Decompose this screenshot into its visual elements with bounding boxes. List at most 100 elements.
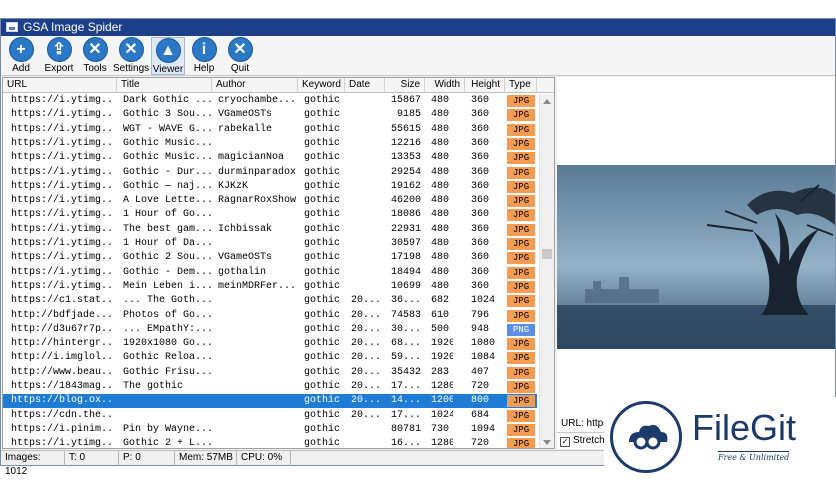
- cell-height: 800: [471, 395, 490, 407]
- table-row[interactable]: http://i.imglol... Gothic Reloa... gothic 2…: [3, 351, 537, 365]
- column-header-width[interactable]: Width: [425, 78, 465, 93]
- cell-date: 20...: [351, 323, 382, 335]
- table-row[interactable]: http://www.beau... Gothic Frisu... gothic 2…: [3, 366, 537, 380]
- cell-size: 15867: [390, 95, 421, 106]
- cell-url: https://i.ytimg...: [11, 95, 115, 106]
- cell-date: [351, 251, 383, 265]
- cell-title: ... The Goth...: [123, 295, 211, 307]
- cell-height: 360: [471, 95, 490, 106]
- table-row[interactable]: https://i.ytimg... 1 Hour of Go... gothic 1…: [3, 208, 537, 222]
- cell-author: [218, 351, 298, 365]
- cell-title: WGT - WAVE G...: [123, 123, 211, 135]
- type-badge: JPG: [507, 366, 535, 379]
- add-button[interactable]: + Add: [5, 37, 37, 75]
- settings-button[interactable]: ✕ Settings: [113, 37, 149, 75]
- table-row[interactable]: https://i.ytimg... Gothic 3 Sou... VGameOS…: [3, 108, 537, 122]
- table-row[interactable]: https://cdn.the... gothic 20... 17... 1024 68…: [3, 409, 537, 423]
- column-header-size[interactable]: Size: [385, 78, 425, 93]
- settings-icon: ✕: [118, 37, 144, 62]
- cell-keyword: gothic: [304, 395, 341, 407]
- tools-button[interactable]: ✕ Tools: [79, 37, 111, 75]
- table-row[interactable]: https://i.ytimg... Gothic - Dem... gothali…: [3, 266, 537, 280]
- table-row[interactable]: https://i.pinim... Pin by Wayne... gothic 8…: [3, 423, 537, 437]
- gothic-tree-image: [557, 165, 835, 349]
- cell-date: 20...: [351, 352, 382, 364]
- column-header-date[interactable]: Date: [345, 78, 385, 93]
- viewer-button[interactable]: ▲ Viewer: [151, 37, 185, 75]
- cell-size: 16...: [390, 438, 421, 449]
- cell-keyword: gothic: [304, 95, 341, 106]
- column-header-keyword[interactable]: Keyword: [298, 78, 345, 93]
- scroll-thumb[interactable]: [542, 249, 552, 259]
- table-row[interactable]: https://1843mag... The gothic gothic 20... 1…: [3, 380, 537, 394]
- type-badge: JPG: [507, 223, 535, 236]
- table-row[interactable]: https://i.ytimg... Gothic - Dur... durminp…: [3, 166, 537, 180]
- cell-date: [351, 180, 383, 194]
- cell-author: [218, 437, 298, 448]
- column-header-author[interactable]: Author: [212, 78, 298, 93]
- column-header-url[interactable]: URL: [3, 78, 117, 93]
- table-row[interactable]: https://i.ytimg... Gothic 2 Sou... VGameOS…: [3, 251, 537, 265]
- table-row[interactable]: https://i.ytimg... Mein Leben i... meinMDR…: [3, 280, 537, 294]
- table-row[interactable]: http://bdfjade... Photos of Go... gothic 20…: [3, 309, 537, 323]
- table-row[interactable]: https://i.ytimg... 1 Hour of Da... gothic 3…: [3, 237, 537, 251]
- cell-width: 480: [431, 195, 450, 207]
- stretch-label: Stretch: [573, 435, 605, 446]
- cell-keyword: gothic: [304, 352, 341, 364]
- table-row[interactable]: https://i.ytimg... WGT - WAVE G... rabekal…: [3, 123, 537, 137]
- help-icon: i: [191, 37, 217, 62]
- cell-title: Gothic 3 Sou...: [123, 109, 211, 121]
- table-row[interactable]: https://i.ytimg... Gothic Music... magicia…: [3, 151, 537, 165]
- column-header-title[interactable]: Title: [117, 78, 212, 93]
- cell-url: https://i.ytimg...: [11, 109, 115, 121]
- cell-title: Mein Leben i...: [123, 280, 211, 292]
- table-row[interactable]: http://d3u67r7p... ... EMpathY:... gothic 2…: [3, 323, 537, 337]
- cell-date: [351, 280, 383, 294]
- scroll-down-icon[interactable]: [543, 440, 551, 445]
- cell-title: The best gam...: [123, 223, 211, 235]
- cell-date: [351, 166, 383, 180]
- export-button-label: Export: [44, 63, 74, 74]
- table-row[interactable]: https://i.ytimg... A Love Lette... RagnarR…: [3, 194, 537, 208]
- cell-height: 720: [471, 381, 490, 392]
- cell-title: [123, 394, 211, 408]
- stretch-checkbox[interactable]: ✓: [560, 437, 570, 447]
- quit-button[interactable]: ✕ Quit: [225, 37, 255, 75]
- type-badge: JPG: [507, 209, 535, 222]
- cell-height: 360: [471, 166, 490, 178]
- export-icon: ⇪: [46, 37, 72, 62]
- cell-height: 360: [471, 137, 490, 149]
- table-row[interactable]: https://c1.stat... ... The Goth... gothic 2…: [3, 294, 537, 308]
- cell-size: 68...: [390, 338, 421, 350]
- column-header-height[interactable]: Height: [465, 78, 505, 93]
- filegit-watermark: FileGit Free & Unlimited: [604, 397, 836, 484]
- table-scrollbar[interactable]: [539, 94, 554, 448]
- scroll-up-icon[interactable]: [543, 99, 551, 104]
- cell-author: [218, 237, 298, 251]
- cell-width: 480: [431, 280, 450, 292]
- type-badge: JPG: [507, 137, 535, 150]
- cell-width: 500: [431, 323, 450, 335]
- cell-date: [351, 137, 383, 151]
- cell-keyword: gothic: [304, 295, 341, 307]
- type-badge: JPG: [507, 266, 535, 279]
- status-threads: T: 0: [65, 451, 119, 466]
- title-bar: GSA Image Spider: [1, 19, 835, 36]
- table-row[interactable]: https://blog.ox... gothic 20... 14... 1200 80…: [3, 394, 537, 409]
- table-row[interactable]: https://i.ytimg... Gothic 2 + L... gothic 1…: [3, 437, 537, 449]
- cell-title: Gothic 2 + L...: [123, 438, 211, 449]
- cell-date: [351, 94, 383, 108]
- column-header-type[interactable]: Type: [505, 78, 537, 93]
- table-row[interactable]: https://i.ytimg... The best gam... Ichbiss…: [3, 223, 537, 237]
- table-row[interactable]: https://i.ytimg... Gothic Music... gothic 1…: [3, 137, 537, 151]
- export-button[interactable]: ⇪ Export: [41, 37, 77, 75]
- table-row[interactable]: https://i.ytimg... Gothic — naj... KJKzK go…: [3, 180, 537, 194]
- cell-date: 20...: [351, 409, 382, 421]
- results-table: URL Title Author Keyword Date Size Width…: [2, 77, 555, 449]
- help-button[interactable]: i Help: [189, 37, 219, 75]
- cell-author: [218, 309, 298, 323]
- cell-keyword: gothic: [304, 381, 341, 392]
- table-row[interactable]: http://hintergr... 1920x1080 Go... gothic 2…: [3, 337, 537, 351]
- status-pending: P: 0: [119, 451, 175, 466]
- table-row[interactable]: https://i.ytimg... Dark Gothic ... cryocha…: [3, 94, 537, 108]
